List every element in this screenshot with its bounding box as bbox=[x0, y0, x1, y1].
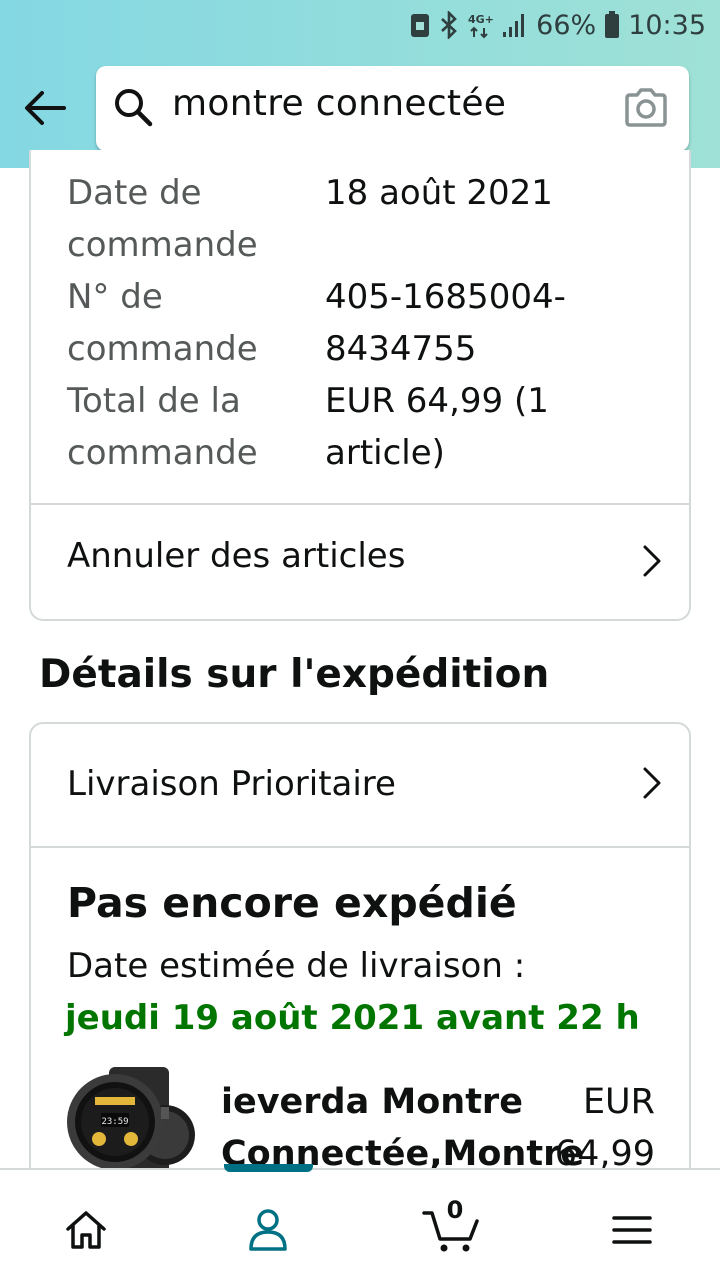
order-total-label: Total de la commande bbox=[67, 375, 317, 479]
battery-percent: 66% bbox=[536, 9, 597, 41]
product-price: EUR 64,99 bbox=[555, 1076, 655, 1180]
bluetooth-icon bbox=[441, 11, 458, 39]
shipping-card: Livraison Prioritaire Pas encore expédié… bbox=[29, 722, 691, 1242]
user-icon bbox=[249, 1209, 287, 1251]
home-icon bbox=[66, 1211, 106, 1249]
order-number-label-line1: N° de bbox=[67, 277, 163, 317]
app-header: 4G+ 66% 10:35 montre connectée bbox=[0, 0, 720, 168]
bottom-navigation: 0 bbox=[0, 1164, 720, 1280]
estimated-delivery-label: Date estimée de livraison : bbox=[67, 946, 526, 986]
arrow-left-icon bbox=[25, 91, 66, 125]
active-tab-indicator bbox=[224, 1164, 313, 1172]
search-input[interactable]: montre connectée bbox=[172, 83, 506, 124]
chevron-right-icon bbox=[643, 767, 661, 799]
delivery-method-label: Livraison Prioritaire bbox=[67, 764, 396, 804]
order-number-value-line2: 8434755 bbox=[325, 329, 477, 369]
order-date-value: 18 août 2021 bbox=[325, 167, 665, 219]
search-icon bbox=[115, 89, 153, 127]
product-image[interactable]: 23:59 bbox=[65, 1067, 195, 1177]
cancel-items-label: Annuler des articles bbox=[67, 536, 406, 576]
nav-menu[interactable] bbox=[602, 1200, 662, 1260]
status-icons: 4G+ 66% 10:35 bbox=[410, 8, 706, 42]
cart-count-badge: 0 bbox=[446, 1196, 464, 1224]
camera-icon[interactable] bbox=[623, 86, 669, 128]
nav-account[interactable] bbox=[238, 1200, 298, 1260]
delivery-method-row[interactable]: Livraison Prioritaire bbox=[31, 724, 689, 846]
clock: 10:35 bbox=[628, 9, 706, 41]
order-total-value-line1: EUR 64,99 (1 bbox=[325, 381, 549, 421]
order-number-label-line2: commande bbox=[67, 329, 258, 369]
order-number-value: 405-1685004- 8434755 bbox=[325, 271, 665, 375]
lock-icon bbox=[411, 14, 430, 37]
order-date-label-line2: commande bbox=[67, 225, 258, 265]
status-bar: 4G+ 66% 10:35 bbox=[0, 0, 720, 50]
order-number-label: N° de commande bbox=[67, 271, 317, 375]
order-total-label-line2: commande bbox=[67, 433, 258, 473]
order-total-label-line1: Total de la bbox=[67, 381, 241, 421]
cancel-items-row[interactable]: Annuler des articles bbox=[31, 505, 689, 617]
nav-home[interactable] bbox=[56, 1200, 116, 1260]
order-date-value-line1: 18 août 2021 bbox=[325, 173, 553, 213]
estimated-delivery-date: jeudi 19 août 2021 avant 22 h bbox=[65, 998, 640, 1038]
order-summary-card: Date de commande 18 août 2021 N° de comm… bbox=[29, 150, 691, 621]
nav-cart[interactable]: 0 bbox=[420, 1196, 482, 1260]
hamburger-menu-icon bbox=[612, 1216, 652, 1244]
battery-icon bbox=[605, 11, 620, 38]
product-price-currency: EUR bbox=[582, 1082, 655, 1122]
signal-icon bbox=[503, 14, 525, 37]
order-total-value: EUR 64,99 (1 article) bbox=[325, 375, 665, 479]
network-4g-icon: 4G+ bbox=[468, 13, 494, 39]
watch-time-display: 23:59 bbox=[101, 1117, 128, 1127]
shipping-section-title: Détails sur l'expédition bbox=[39, 652, 550, 697]
order-total-value-line2: article) bbox=[325, 433, 445, 473]
product-title-line1: ieverda Montre bbox=[221, 1082, 523, 1122]
chevron-right-icon bbox=[643, 545, 661, 577]
shipment-status: Pas encore expédié bbox=[67, 879, 517, 927]
order-number-value-line1: 405-1685004- bbox=[325, 277, 566, 317]
order-date-label: Date de commande bbox=[67, 167, 317, 271]
back-button[interactable] bbox=[22, 85, 68, 131]
divider bbox=[31, 846, 689, 848]
search-bar[interactable]: montre connectée bbox=[96, 66, 689, 151]
network-label: 4G+ bbox=[468, 13, 494, 26]
order-date-label-line1: Date de bbox=[67, 173, 202, 213]
